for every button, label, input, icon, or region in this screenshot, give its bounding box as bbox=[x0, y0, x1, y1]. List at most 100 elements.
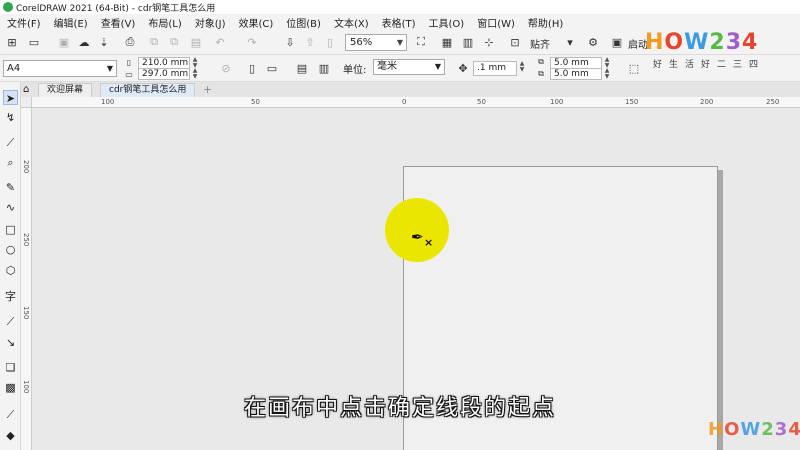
ruler-tick-label: 200 bbox=[700, 98, 714, 106]
new-document-icon[interactable]: ⊞ bbox=[4, 34, 20, 50]
ruler-tick-label: 100 bbox=[101, 98, 115, 106]
print-icon[interactable]: ⎙ bbox=[122, 34, 138, 50]
coreldraw-logo-icon bbox=[3, 2, 13, 12]
nudge-value: .1 mm bbox=[477, 63, 506, 73]
dimension-tool-icon[interactable]: ⟋ bbox=[3, 314, 18, 329]
export-icon[interactable]: ⇧ bbox=[302, 34, 318, 50]
home-icon[interactable]: ⌂ bbox=[23, 84, 29, 95]
show-guidelines-icon[interactable]: ⊹ bbox=[481, 34, 497, 50]
menu-bitmaps[interactable]: 位图(B) bbox=[279, 15, 327, 30]
open-folder-icon[interactable]: ▭ bbox=[26, 34, 42, 50]
menu-text[interactable]: 文本(X) bbox=[327, 15, 375, 30]
duplicate-y-spinner[interactable]: ▲ ▼ bbox=[602, 68, 612, 80]
artistic-media-tool-icon[interactable]: ∿ bbox=[3, 200, 18, 215]
zoom-value: 56% bbox=[350, 37, 373, 48]
interactive-fill-tool-icon[interactable]: ◆ bbox=[3, 428, 18, 443]
height-spinner[interactable]: ▲ ▼ bbox=[190, 68, 200, 80]
ruler-tick-label: 250 bbox=[766, 98, 780, 106]
redo-icon[interactable]: ↷ bbox=[244, 34, 260, 50]
all-pages-icon[interactable]: ⊘ bbox=[218, 60, 234, 76]
chevron-down-icon: ▼ bbox=[434, 62, 442, 71]
horizontal-ruler[interactable]: 100 50 0 50 100 150 200 250 bbox=[21, 97, 800, 108]
show-rulers-icon[interactable]: ▦ bbox=[439, 34, 455, 50]
ruler-tick-label: 100 bbox=[550, 98, 564, 106]
width-icon: ▯ bbox=[126, 57, 132, 67]
ruler-origin[interactable] bbox=[21, 97, 32, 108]
shape-tool-icon[interactable]: ↯ bbox=[3, 110, 18, 125]
snap-icon[interactable]: ⊡ bbox=[507, 34, 523, 50]
import-icon[interactable]: ⇩ bbox=[282, 34, 298, 50]
duplicate-x-value: 5.0 mm bbox=[554, 58, 589, 68]
ruler-tick-label: 150 bbox=[22, 306, 30, 320]
paste-icon[interactable]: ▤ bbox=[188, 34, 204, 50]
menu-help[interactable]: 帮助(H) bbox=[521, 15, 569, 30]
landscape-icon[interactable]: ▭ bbox=[264, 60, 280, 76]
tab-current-document[interactable]: cdr钢笔工具怎么用 bbox=[100, 83, 196, 97]
nudge-distance-field[interactable]: .1 mm bbox=[473, 61, 517, 76]
full-screen-icon[interactable]: ⛶ bbox=[413, 34, 429, 50]
crop-tool-icon[interactable]: ⟋ bbox=[3, 135, 18, 150]
brand-logo: HOW234 好生活好二三四 bbox=[645, 30, 775, 70]
watermark-logo: HOW234 bbox=[708, 419, 800, 440]
page-size-select[interactable]: A4 ▼ bbox=[3, 60, 117, 77]
chevron-down-icon: ▼ bbox=[396, 38, 404, 47]
document-tab-bar: ⌂ 欢迎屏幕 cdr钢笔工具怎么用 + bbox=[20, 82, 800, 97]
chevron-down-icon: ▼ bbox=[106, 64, 114, 73]
bleed-icon[interactable]: ▥ bbox=[316, 60, 332, 76]
ellipse-tool-icon[interactable]: ○ bbox=[3, 242, 18, 257]
publish-pdf-icon[interactable]: ▯ bbox=[322, 34, 338, 50]
nudge-spinner[interactable]: ▲ ▼ bbox=[517, 61, 527, 76]
drop-shadow-tool-icon[interactable]: ❑ bbox=[3, 360, 18, 375]
save-icon[interactable]: ▣ bbox=[56, 34, 72, 50]
portrait-icon[interactable]: ▯ bbox=[244, 60, 260, 76]
page-size-value: A4 bbox=[7, 63, 21, 74]
page-height-field[interactable]: 297.0 mm bbox=[138, 68, 190, 80]
add-tab-icon[interactable]: + bbox=[203, 83, 212, 96]
tab-welcome-screen[interactable]: 欢迎屏幕 bbox=[38, 83, 93, 97]
units-value: 毫米 bbox=[377, 61, 397, 72]
cloud-upload-icon[interactable]: ☁ bbox=[76, 34, 92, 50]
menu-tools[interactable]: 工具(O) bbox=[422, 15, 471, 30]
ruler-tick-label: 200 bbox=[22, 160, 30, 174]
show-grid-icon[interactable]: ▥ bbox=[460, 34, 476, 50]
menu-view[interactable]: 查看(V) bbox=[94, 15, 142, 30]
text-tool-icon[interactable]: 字 bbox=[3, 289, 18, 304]
units-label: 单位: bbox=[343, 65, 367, 76]
snap-to-button[interactable]: 贴齐 bbox=[530, 36, 550, 51]
cut-icon[interactable]: ⧉ bbox=[146, 34, 162, 50]
page-border-icon[interactable]: ⬚ bbox=[626, 60, 642, 76]
duplicate-y-field[interactable]: 5.0 mm bbox=[550, 68, 602, 80]
units-select[interactable]: 毫米 ▼ bbox=[373, 59, 445, 75]
launch-icon[interactable]: ▣ bbox=[609, 34, 625, 50]
height-icon: ▭ bbox=[125, 69, 133, 79]
copy-icon[interactable]: ⧉ bbox=[166, 34, 182, 50]
window-title: CorelDRAW 2021 (64-Bit) - cdr钢笔工具怎么用 bbox=[16, 3, 216, 14]
rectangle-tool-icon[interactable]: □ bbox=[3, 222, 18, 237]
zoom-tool-icon[interactable]: ⌕ bbox=[3, 155, 18, 170]
ruler-tick-label: 50 bbox=[251, 98, 260, 106]
undo-icon[interactable]: ↶ bbox=[212, 34, 228, 50]
menu-effects[interactable]: 效果(C) bbox=[231, 15, 279, 30]
zoom-level-select[interactable]: 56% ▼ bbox=[345, 34, 407, 51]
menu-table[interactable]: 表格(T) bbox=[375, 15, 422, 30]
polygon-tool-icon[interactable]: ⬡ bbox=[3, 263, 18, 278]
menu-edit[interactable]: 编辑(E) bbox=[47, 15, 94, 30]
cloud-download-icon[interactable]: ⇣ bbox=[96, 34, 112, 50]
menu-layout[interactable]: 布局(L) bbox=[141, 15, 187, 30]
options-gear-icon[interactable]: ⚙ bbox=[585, 34, 601, 50]
brand-tagline: 好生活好二三四 bbox=[653, 60, 766, 70]
menu-file[interactable]: 文件(F) bbox=[0, 15, 47, 30]
video-subtitle: 在画布中点击确定线段的起点 bbox=[243, 396, 556, 421]
ruler-tick-label: 250 bbox=[22, 233, 30, 247]
pick-tool-icon[interactable]: ➤ bbox=[3, 90, 18, 105]
menu-window[interactable]: 窗口(W) bbox=[470, 15, 521, 30]
nudge-icon: ✥ bbox=[458, 61, 468, 75]
ruler-tick-label: 50 bbox=[477, 98, 486, 106]
ruler-tick-label: 0 bbox=[402, 98, 407, 106]
snap-chevron-down-icon[interactable]: ▾ bbox=[562, 34, 578, 50]
brand-logo-text: HOW234 bbox=[645, 30, 759, 55]
page-layout-icon[interactable]: ▤ bbox=[294, 60, 310, 76]
menu-object[interactable]: 对象(J) bbox=[188, 15, 232, 30]
connector-tool-icon[interactable]: ↘ bbox=[3, 335, 18, 350]
freehand-tool-icon[interactable]: ✎ bbox=[3, 180, 18, 195]
